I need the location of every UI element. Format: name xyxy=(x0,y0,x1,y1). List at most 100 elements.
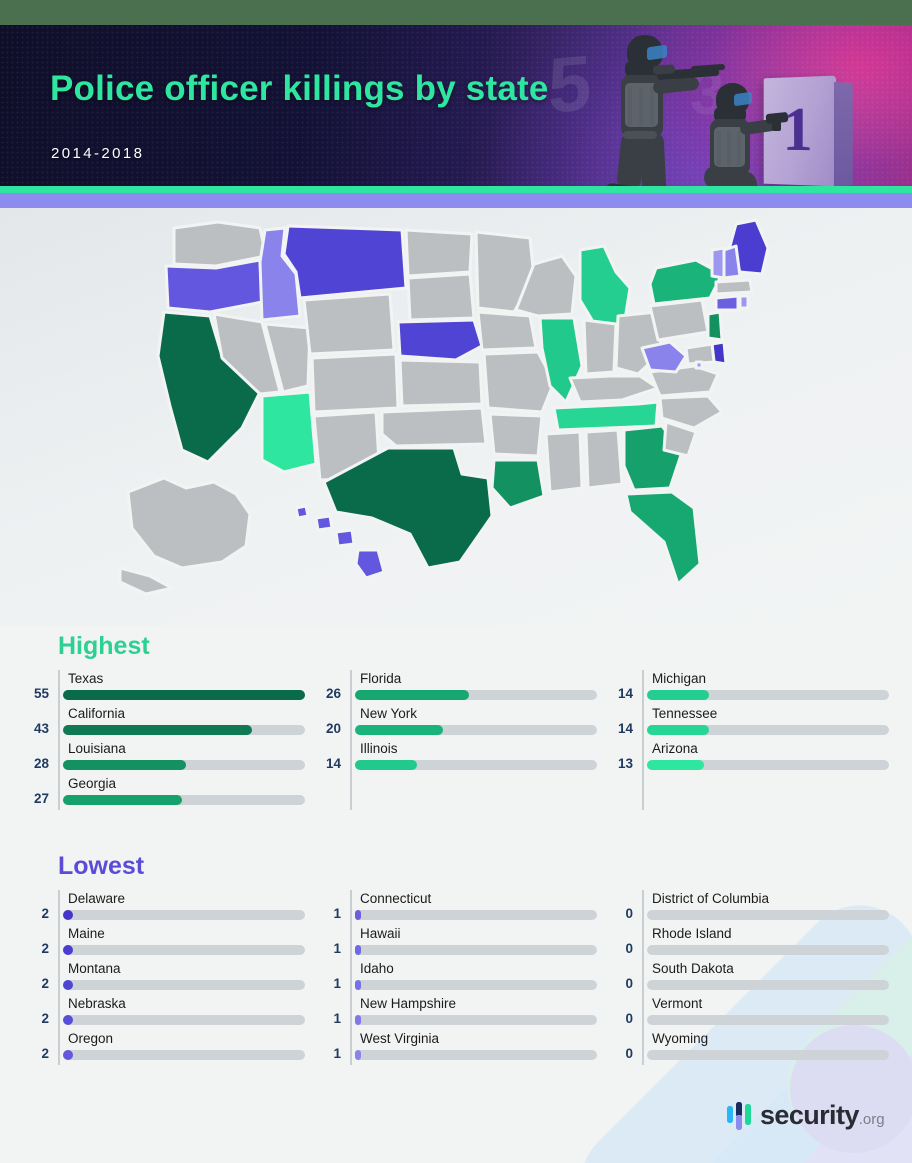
lowest-heading: Lowest xyxy=(58,852,145,880)
table-row[interactable]: 14 Tennessee xyxy=(618,705,912,740)
state-SD xyxy=(406,272,476,322)
choropleth-map xyxy=(0,208,912,626)
bar-fill xyxy=(63,760,187,770)
bar-value: 55 xyxy=(33,686,49,701)
table-row[interactable]: 0 District of Columbia xyxy=(625,890,912,925)
table-row[interactable]: 0 Vermont xyxy=(625,995,912,1030)
bar-fill xyxy=(63,1050,73,1060)
bar-label: California xyxy=(68,706,126,721)
bar-value: 0 xyxy=(625,976,633,991)
bar-label: Montana xyxy=(68,961,121,976)
bar-value: 0 xyxy=(625,941,633,956)
table-row[interactable]: 0 South Dakota xyxy=(625,960,912,995)
state-AR xyxy=(488,412,544,458)
table-row[interactable]: 27 Georgia xyxy=(34,775,350,810)
state-IN xyxy=(582,318,618,376)
lowest-chart-columns: 2 Delaware 2 Maine 2 Montana 2 Nebraska … xyxy=(41,890,912,1065)
state-KS xyxy=(398,358,484,408)
bar-label: Michigan xyxy=(652,671,707,686)
page-title: Police officer killings by state xyxy=(50,69,549,108)
bar-track xyxy=(355,1015,597,1025)
bar-list: 14 Michigan 14 Tennessee 13 Arizona xyxy=(618,670,912,775)
bar-track xyxy=(63,1015,305,1025)
state-AL xyxy=(584,428,624,490)
us-map-svg xyxy=(118,218,770,596)
state-MT xyxy=(282,224,408,300)
logo-name: security xyxy=(760,1100,859,1130)
state-MS xyxy=(544,430,584,494)
bar-fill xyxy=(355,725,444,735)
bar-value: 27 xyxy=(33,791,49,806)
state-CO xyxy=(310,352,400,414)
security-org-logo[interactable]: security.org xyxy=(727,1100,885,1131)
bar-label: South Dakota xyxy=(652,961,734,976)
bar-fill xyxy=(647,725,709,735)
bar-track xyxy=(355,725,597,735)
hero-banner: 5 3 1 Police officer killings by state 2… xyxy=(0,25,912,186)
table-row[interactable]: 0 Wyoming xyxy=(625,1030,912,1065)
state-DC xyxy=(694,360,704,370)
bar-track xyxy=(647,1015,889,1025)
logo-bar-3 xyxy=(744,1103,751,1125)
state-NE xyxy=(396,318,484,362)
state-NJ xyxy=(706,310,724,342)
bar-label: Connecticut xyxy=(360,891,432,906)
logo-wordmark: security.org xyxy=(760,1100,885,1131)
bar-label: District of Columbia xyxy=(652,891,770,906)
bar-value: 28 xyxy=(33,756,49,771)
logo-suffix: .org xyxy=(858,1111,885,1128)
bar-track xyxy=(647,1050,889,1060)
bar-track xyxy=(647,690,889,700)
table-row[interactable]: 14 Michigan xyxy=(618,670,912,705)
bar-value: 1 xyxy=(333,906,341,921)
bar-track xyxy=(647,945,889,955)
bar-track xyxy=(63,725,305,735)
bar-track xyxy=(647,725,889,735)
bar-value: 43 xyxy=(33,721,49,736)
bar-fill xyxy=(647,690,709,700)
bar-value: 14 xyxy=(325,756,341,771)
bar-label: Georgia xyxy=(68,776,117,791)
state-CT xyxy=(714,294,740,312)
bar-value: 2 xyxy=(41,906,49,921)
section-lowest-title: Lowest xyxy=(58,852,144,881)
bar-label: Maine xyxy=(68,926,105,941)
state-OR xyxy=(164,258,264,314)
bar-value: 20 xyxy=(325,721,341,736)
table-row[interactable]: 0 Rhode Island xyxy=(625,925,912,960)
bar-label: Nebraska xyxy=(68,996,126,1011)
bar-track xyxy=(63,910,305,920)
bar-value: 0 xyxy=(625,1011,633,1026)
bar-track xyxy=(355,760,597,770)
bar-track xyxy=(647,980,889,990)
bar-track xyxy=(63,1050,305,1060)
table-row[interactable]: 13 Arizona xyxy=(618,740,912,775)
bar-track xyxy=(355,690,597,700)
bar-track xyxy=(63,690,305,700)
page-subtitle: 2014-2018 xyxy=(51,145,145,162)
bar-value: 2 xyxy=(41,941,49,956)
accent-band-green xyxy=(0,186,912,193)
bar-fill xyxy=(63,725,253,735)
bar-fill xyxy=(355,1015,361,1025)
bar-value: 2 xyxy=(41,1046,49,1061)
state-WA xyxy=(172,220,268,268)
state-WV xyxy=(640,340,688,374)
chart-column: 0 District of Columbia 0 Rhode Island 0 … xyxy=(625,890,912,1065)
section-highest-title: Highest xyxy=(58,632,150,661)
state-LA xyxy=(490,458,546,510)
state-ND xyxy=(404,228,474,278)
bar-label: New York xyxy=(360,706,418,721)
highest-heading: Highest xyxy=(58,632,150,660)
state-IA xyxy=(476,310,538,352)
bar-value: 14 xyxy=(617,721,633,736)
bar-label: West Virginia xyxy=(360,1031,440,1046)
bar-label: Delaware xyxy=(68,891,126,906)
bar-value: 0 xyxy=(625,1046,633,1061)
bar-value: 26 xyxy=(325,686,341,701)
police-officer-kneeling-illustration xyxy=(690,83,810,186)
bar-fill xyxy=(355,945,361,955)
bar-fill xyxy=(647,760,705,770)
state-PA xyxy=(648,298,710,342)
bar-label: Arizona xyxy=(652,741,698,756)
